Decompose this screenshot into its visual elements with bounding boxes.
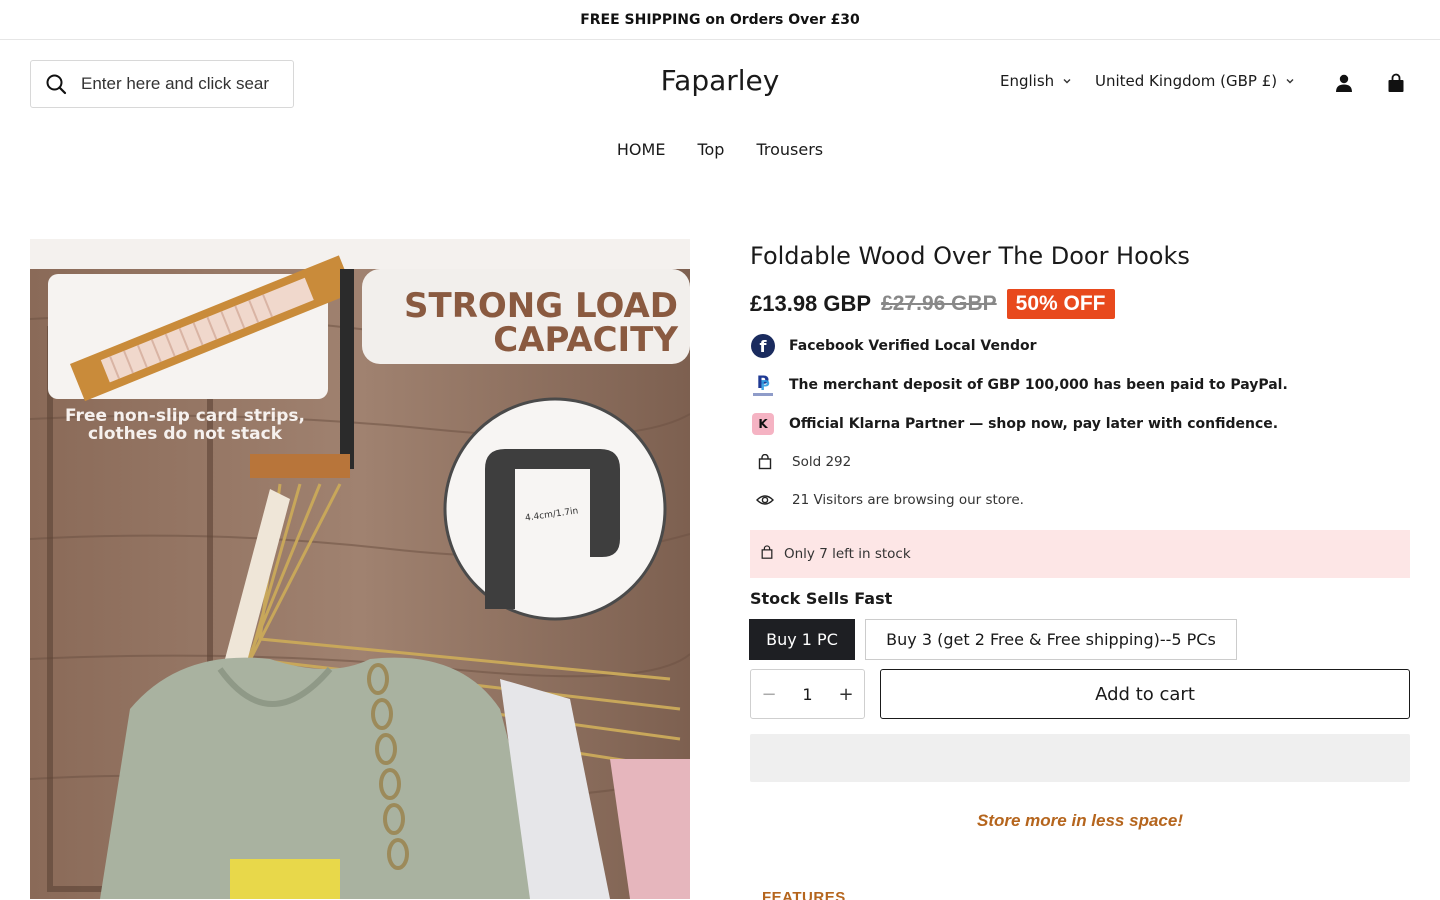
shopping-bag-icon <box>750 454 780 470</box>
language-label: English <box>1000 72 1055 90</box>
trust-text: Official Klarna Partner — shop now, pay … <box>789 415 1279 432</box>
main-nav: HOME Top Trousers <box>0 140 1440 159</box>
quantity-stepper: − 1 + <box>750 669 865 719</box>
quantity-value[interactable]: 1 <box>802 685 812 704</box>
tagline: Store more in less space! <box>977 811 1183 830</box>
chevron-down-icon <box>1286 79 1294 84</box>
facebook-icon: f <box>750 333 775 358</box>
quantity-decrease-button[interactable]: − <box>759 684 779 705</box>
discount-badge: 50% OFF <box>1006 289 1115 319</box>
trust-text: Facebook Verified Local Vendor <box>789 337 1037 354</box>
country-selector[interactable]: United Kingdom (GBP £) <box>1095 72 1295 90</box>
announcement-text: FREE SHIPPING on Orders Over £30 <box>580 11 860 28</box>
stock-notice: Only 7 left in stock <box>750 530 1410 578</box>
store-logo[interactable]: Faparley <box>661 64 780 97</box>
nav-item-top[interactable]: Top <box>697 140 724 159</box>
option-buy-1[interactable]: Buy 1 PC <box>749 619 855 660</box>
quantity-increase-button[interactable]: + <box>836 684 856 705</box>
image-note-2: clothes do not stack <box>88 424 283 444</box>
visitors-text: 21 Visitors are browsing our store. <box>792 492 1024 508</box>
svg-text:f: f <box>759 337 767 356</box>
shopping-bag-icon <box>760 544 774 564</box>
features-heading: FEATURES <box>762 889 846 900</box>
chevron-down-icon <box>1063 79 1071 84</box>
option-buy-3[interactable]: Buy 3 (get 2 Free & Free shipping)--5 PC… <box>865 619 1237 660</box>
paypal-icon: PP <box>750 372 775 397</box>
product-title: Foldable Wood Over The Door Hooks <box>750 242 1190 270</box>
visitors-count: 21 Visitors are browsing our store. <box>750 492 1024 508</box>
cart-icon[interactable] <box>1385 72 1407 94</box>
sold-text: Sold 292 <box>792 454 852 470</box>
search-icon[interactable] <box>31 73 81 95</box>
svg-text:P: P <box>760 379 770 394</box>
trust-row-klarna: K Official Klarna Partner — shop now, pa… <box>750 411 1278 436</box>
dynamic-checkout-placeholder[interactable] <box>750 734 1410 782</box>
account-icon[interactable] <box>1333 72 1355 94</box>
stock-heading: Stock Sells Fast <box>750 589 893 608</box>
add-to-cart-button[interactable]: Add to cart <box>880 669 1410 719</box>
price-current: £13.98 GBP <box>750 291 872 316</box>
price-row: £13.98 GBP £27.96 GBP 50% OFF <box>750 289 1115 319</box>
klarna-icon: K <box>750 411 775 436</box>
trust-row-paypal: PP The merchant deposit of GBP 100,000 h… <box>750 372 1288 397</box>
language-selector[interactable]: English <box>1000 72 1072 90</box>
sold-count: Sold 292 <box>750 454 851 470</box>
stock-notice-text: Only 7 left in stock <box>784 546 911 562</box>
nav-item-home[interactable]: HOME <box>617 140 666 159</box>
trust-row-facebook: f Facebook Verified Local Vendor <box>750 333 1037 358</box>
country-label: United Kingdom (GBP £) <box>1095 72 1278 90</box>
nav-item-trousers[interactable]: Trousers <box>756 140 823 159</box>
price-compare: £27.96 GBP <box>881 292 997 315</box>
search-box[interactable] <box>30 60 294 108</box>
image-headline-2: CAPACITY <box>493 320 678 360</box>
image-note-1: Free non-slip card strips, <box>65 406 305 426</box>
product-info: Foldable Wood Over The Door Hooks £13.98… <box>749 239 1410 900</box>
announcement-bar: FREE SHIPPING on Orders Over £30 <box>0 0 1440 40</box>
svg-text:K: K <box>758 417 768 431</box>
product-image[interactable]: STRONG LOAD CAPACITY Free non-slip card … <box>30 239 690 899</box>
trust-text: The merchant deposit of GBP 100,000 has … <box>789 376 1288 393</box>
search-input[interactable] <box>81 74 291 94</box>
eye-icon <box>750 493 780 507</box>
